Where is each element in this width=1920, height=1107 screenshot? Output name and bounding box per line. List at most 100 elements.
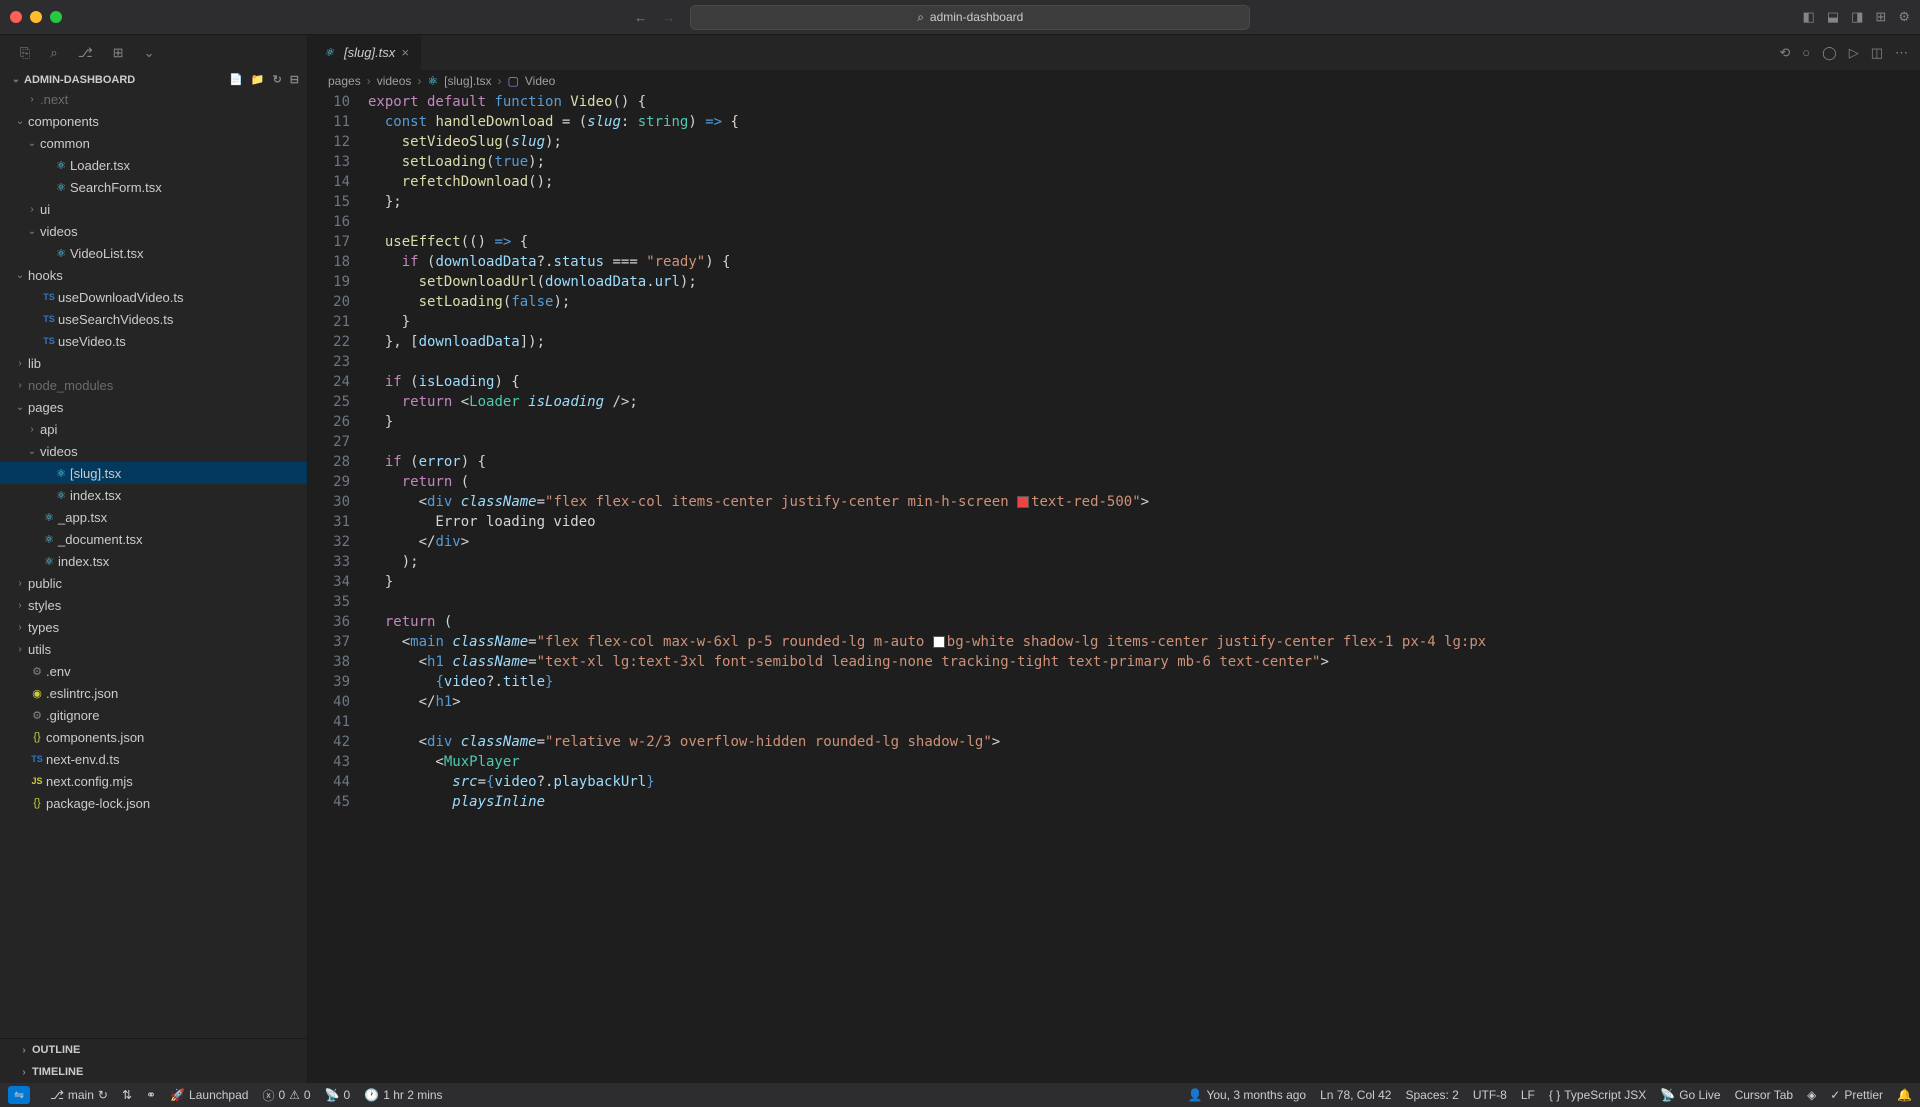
git-blame[interactable]: 👤 You, 3 months ago	[1188, 1088, 1307, 1102]
prettier-button[interactable]: ✓ Prettier	[1830, 1088, 1883, 1102]
react-icon: ⚛	[320, 46, 338, 59]
problems-button[interactable]: ⓧ 0 ⚠ 0	[262, 1087, 310, 1104]
tree-item-types[interactable]: ›types	[0, 616, 307, 638]
file-name: common	[40, 136, 90, 151]
extensions-icon[interactable]: ⊞	[113, 45, 124, 61]
graph-icon[interactable]: ⚭	[146, 1088, 156, 1102]
tree-item--slug--tsx[interactable]: ⚛[slug].tsx	[0, 462, 307, 484]
language-mode[interactable]: { } TypeScript JSX	[1549, 1088, 1646, 1102]
tree-item-usevideo-ts[interactable]: TSuseVideo.ts	[0, 330, 307, 352]
new-file-icon[interactable]: 📄	[229, 73, 243, 86]
history-back-icon[interactable]: ⟲	[1779, 45, 1790, 61]
tree-item-public[interactable]: ›public	[0, 572, 307, 594]
tree-item-ui[interactable]: ›ui	[0, 198, 307, 220]
file-icon: TS	[40, 314, 58, 324]
tree-item-next-env-d-ts[interactable]: TSnext-env.d.ts	[0, 748, 307, 770]
breadcrumb[interactable]: pages › videos › ⚛ [slug].tsx › ▢ Video	[308, 70, 1920, 92]
tree-item--eslintrc-json[interactable]: ◉.eslintrc.json	[0, 682, 307, 704]
more-icon[interactable]: ⋯	[1895, 45, 1908, 61]
minimize-window[interactable]	[30, 11, 42, 23]
tree-item-lib[interactable]: ›lib	[0, 352, 307, 374]
chevron-right-icon: ›	[16, 1045, 32, 1056]
file-icon: ⚛	[52, 467, 70, 480]
tree-item-components[interactable]: ⌄components	[0, 110, 307, 132]
tree-item--app-tsx[interactable]: ⚛_app.tsx	[0, 506, 307, 528]
bell-icon[interactable]: 🔔	[1897, 1088, 1912, 1102]
timeline-section[interactable]: › TIMELINE	[0, 1061, 307, 1083]
copilot-icon[interactable]: ◈	[1807, 1088, 1816, 1102]
tree-item--document-tsx[interactable]: ⚛_document.tsx	[0, 528, 307, 550]
source-control-icon[interactable]: ⎇	[78, 45, 93, 61]
search-icon[interactable]: ⌕	[50, 45, 57, 61]
indentation[interactable]: Spaces: 2	[1405, 1088, 1458, 1102]
tree-item-loader-tsx[interactable]: ⚛Loader.tsx	[0, 154, 307, 176]
tree-item-styles[interactable]: ›styles	[0, 594, 307, 616]
tree-item-node-modules[interactable]: ›node_modules	[0, 374, 307, 396]
chevron-down-icon[interactable]: ⌄	[144, 45, 155, 61]
go-live-button[interactable]: 📡 Go Live	[1660, 1088, 1720, 1102]
play-icon[interactable]: ▷	[1849, 45, 1859, 61]
new-file-icon[interactable]: ⎘	[20, 45, 30, 61]
cursor-position[interactable]: Ln 78, Col 42	[1320, 1088, 1391, 1102]
nav-forward-icon[interactable]: →	[662, 10, 675, 25]
tree-item-searchform-tsx[interactable]: ⚛SearchForm.tsx	[0, 176, 307, 198]
time-tracker[interactable]: 🕐 1 hr 2 mins	[364, 1088, 442, 1102]
cursor-tab[interactable]: Cursor Tab	[1735, 1088, 1793, 1102]
nav-back-icon[interactable]: ←	[634, 10, 647, 25]
circle-arrow-icon[interactable]: ◯	[1822, 45, 1837, 61]
circle-icon[interactable]: ○	[1802, 45, 1810, 60]
chevron-icon: ⌄	[12, 116, 28, 127]
tree-item--env[interactable]: ⚙.env	[0, 660, 307, 682]
breadcrumb-item[interactable]: [slug].tsx	[444, 74, 491, 88]
layout-icon[interactable]: ⊞	[1875, 9, 1886, 25]
tree-item-videos[interactable]: ⌄videos	[0, 440, 307, 462]
outline-label: OUTLINE	[32, 1044, 80, 1056]
outline-section[interactable]: › OUTLINE	[0, 1039, 307, 1061]
close-window[interactable]	[10, 11, 22, 23]
breadcrumb-item[interactable]: Video	[525, 74, 555, 88]
tree-item-package-lock-json[interactable]: {}package-lock.json	[0, 792, 307, 814]
file-icon: ⚛	[40, 555, 58, 568]
panel-right-icon[interactable]: ◨	[1851, 9, 1863, 25]
tree-item-common[interactable]: ⌄common	[0, 132, 307, 154]
launchpad-button[interactable]: 🚀 Launchpad	[170, 1088, 248, 1102]
tree-item-next-config-mjs[interactable]: JSnext.config.mjs	[0, 770, 307, 792]
close-icon[interactable]: ×	[401, 45, 409, 60]
tree-item-usesearchvideos-ts[interactable]: TSuseSearchVideos.ts	[0, 308, 307, 330]
git-branch[interactable]: ⎇ main ↻	[50, 1088, 108, 1102]
split-icon[interactable]: ◫	[1871, 45, 1883, 61]
ports-count: 0	[344, 1088, 351, 1102]
tree-item--next[interactable]: ›.next	[0, 88, 307, 110]
tree-item-index-tsx[interactable]: ⚛index.tsx	[0, 550, 307, 572]
new-folder-icon[interactable]: 📁	[251, 73, 265, 86]
time-label: 1 hr 2 mins	[383, 1088, 442, 1102]
editor-tab[interactable]: ⚛ [slug].tsx ×	[308, 35, 422, 70]
code-editor[interactable]: 1011121314151617181920212223242526272829…	[308, 92, 1920, 1083]
settings-icon[interactable]: ⚙	[1898, 9, 1910, 25]
tree-item-index-tsx[interactable]: ⚛index.tsx	[0, 484, 307, 506]
tree-item-api[interactable]: ›api	[0, 418, 307, 440]
command-center[interactable]: ⌕ admin-dashboard	[690, 5, 1250, 30]
collapse-icon[interactable]: ⊟	[290, 73, 299, 86]
tree-item-videolist-tsx[interactable]: ⚛VideoList.tsx	[0, 242, 307, 264]
sync-icon[interactable]: ⇅	[122, 1088, 132, 1102]
panel-bottom-icon[interactable]: ⬓	[1827, 9, 1839, 25]
tree-item-videos[interactable]: ⌄videos	[0, 220, 307, 242]
code-content[interactable]: export default function Video() { const …	[368, 92, 1920, 1083]
refresh-icon[interactable]: ↻	[273, 73, 282, 86]
tree-item-hooks[interactable]: ⌄hooks	[0, 264, 307, 286]
tree-item-usedownloadvideo-ts[interactable]: TSuseDownloadVideo.ts	[0, 286, 307, 308]
explorer-header[interactable]: ⌄ ADMIN-DASHBOARD 📄 📁 ↻ ⊟	[0, 71, 307, 88]
breadcrumb-item[interactable]: pages	[328, 74, 361, 88]
tree-item-pages[interactable]: ⌄pages	[0, 396, 307, 418]
panel-left-icon[interactable]: ◧	[1803, 9, 1815, 25]
breadcrumb-item[interactable]: videos	[377, 74, 412, 88]
tree-item-components-json[interactable]: {}components.json	[0, 726, 307, 748]
encoding[interactable]: UTF-8	[1473, 1088, 1507, 1102]
maximize-window[interactable]	[50, 11, 62, 23]
tree-item--gitignore[interactable]: ⚙.gitignore	[0, 704, 307, 726]
eol[interactable]: LF	[1521, 1088, 1535, 1102]
remote-button[interactable]: ⇋	[8, 1086, 30, 1104]
ports-button[interactable]: 📡 0	[325, 1088, 351, 1102]
tree-item-utils[interactable]: ›utils	[0, 638, 307, 660]
